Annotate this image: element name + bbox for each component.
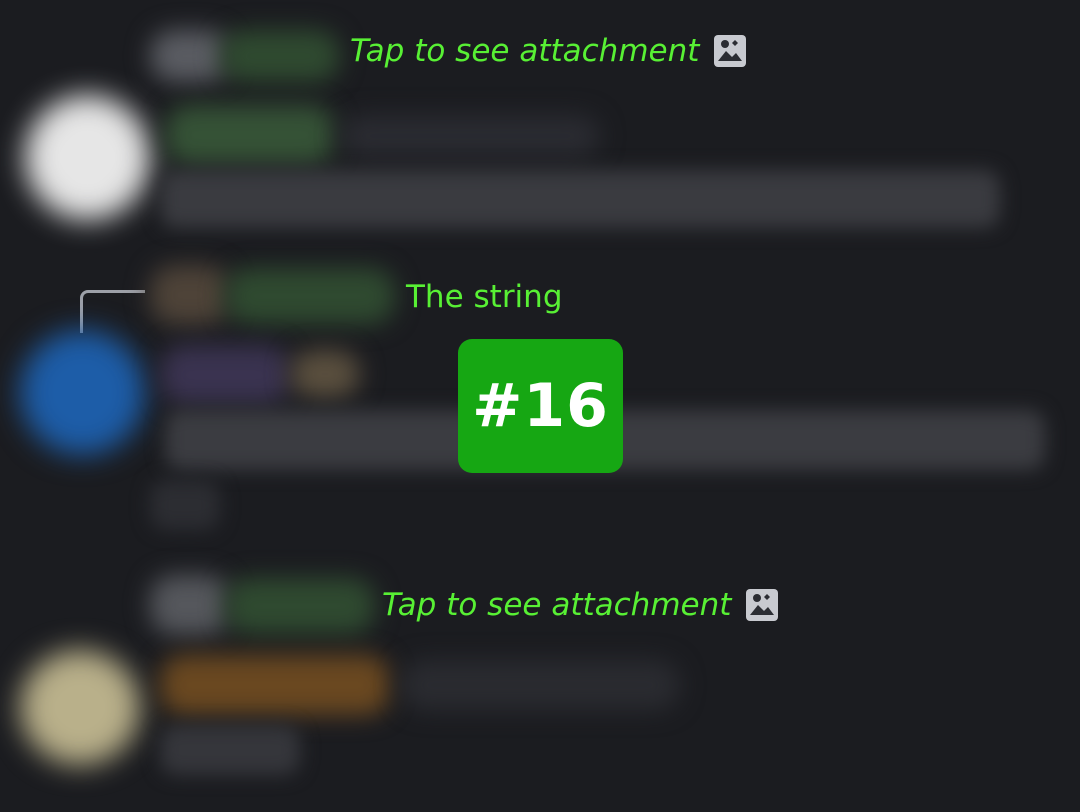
user-avatar[interactable] (25, 95, 150, 220)
blurred-username (165, 105, 335, 165)
reply-connector (80, 290, 145, 333)
blurred-reply-username (225, 268, 395, 324)
blurred-timestamp (400, 660, 680, 710)
blurred-reply-avatar (150, 265, 230, 325)
blurred-reply-username (220, 30, 340, 82)
reply-preview-2[interactable]: The string (406, 278, 563, 316)
user-avatar[interactable] (20, 330, 145, 455)
reply-preview-text: The string (406, 279, 563, 315)
blurred-reply-avatar (150, 30, 230, 82)
blurred-reply-avatar (150, 575, 230, 635)
number-badge: #16 (458, 339, 623, 473)
blurred-message-text-line2 (150, 480, 220, 530)
image-icon (714, 35, 747, 67)
blurred-message-text (160, 725, 300, 775)
blurred-reply-username (225, 578, 375, 634)
reply-preview-text: Tap to see attachment (350, 33, 700, 69)
chat-screen: Tap to see attachment The string Tap to … (0, 0, 1080, 812)
blurred-username (160, 655, 390, 715)
blurred-username (160, 345, 290, 405)
image-icon (746, 589, 779, 621)
reply-preview-text: Tap to see attachment (382, 587, 732, 623)
user-avatar[interactable] (20, 650, 140, 765)
badge-label: #16 (472, 371, 609, 441)
reply-preview-3[interactable]: Tap to see attachment (382, 586, 779, 624)
blurred-role-badge (290, 350, 360, 398)
reply-preview-1[interactable]: Tap to see attachment (350, 32, 747, 70)
blurred-message-text (160, 170, 1000, 228)
blurred-timestamp (340, 115, 600, 157)
